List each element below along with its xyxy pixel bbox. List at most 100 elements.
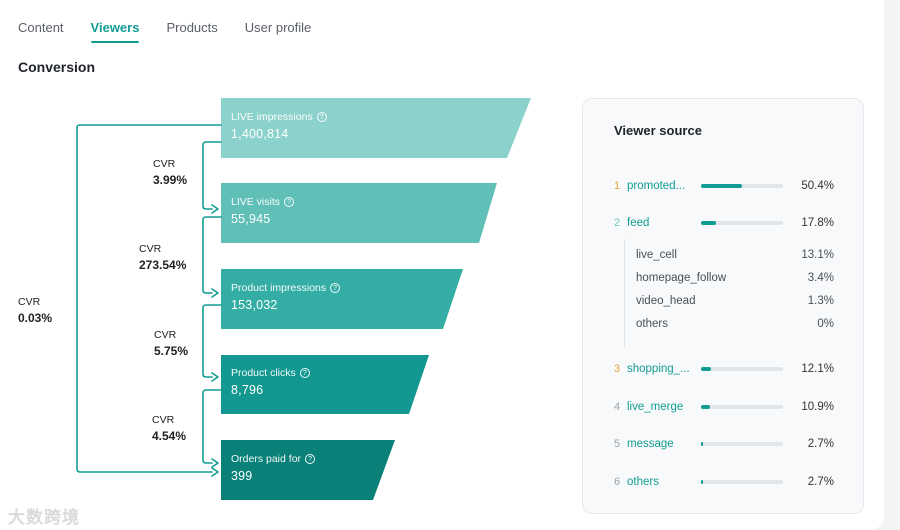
connector-4 — [202, 389, 222, 464]
source-bar — [701, 405, 783, 409]
cvr-label: CVR — [139, 243, 162, 255]
step-value: 55,945 — [231, 212, 271, 226]
source-rank: 4 — [614, 401, 621, 413]
question-circle-icon[interactable]: ? — [305, 454, 316, 464]
cvr-value: 5.75% — [154, 344, 189, 358]
connector-1 — [202, 141, 222, 210]
cvr-step-3: CVR 5.75% — [154, 329, 188, 358]
step-label: LIVE visits — [231, 196, 281, 208]
source-row[interactable]: 3 shopping_... 12.1% — [614, 361, 834, 377]
connector-2 — [202, 216, 222, 294]
sub-source-row: live_cell 13.1% — [636, 249, 834, 265]
source-pct: 12.1% — [801, 363, 834, 375]
sub-source-pct: 3.4% — [807, 272, 834, 284]
sub-source-name: live_cell — [636, 249, 677, 261]
step-value: 153,032 — [231, 298, 278, 312]
source-rank: 3 — [614, 363, 621, 375]
source-bar — [701, 480, 783, 484]
arrow-2 — [211, 288, 219, 298]
cvr-value: 273.54% — [139, 258, 187, 272]
source-name: live_merge — [627, 401, 684, 413]
funnel-step-live-impressions: LIVE impressions? 1,400,814 — [231, 111, 327, 141]
connector-3 — [202, 304, 222, 378]
feed-breakdown: live_cell 13.1% homepage_follow 3.4% vid… — [624, 239, 834, 347]
source-pct: 2.7% — [807, 476, 834, 488]
source-bar — [701, 184, 783, 188]
arrow-overall — [211, 467, 219, 477]
arrow-3 — [211, 372, 219, 382]
watermark-logo: 大数跨境 — [8, 503, 80, 528]
source-bar-fill — [701, 405, 710, 409]
source-bar — [701, 367, 783, 371]
source-pct: 50.4% — [801, 180, 834, 192]
step-label: Orders paid for — [231, 453, 302, 465]
source-bar-fill — [701, 442, 704, 446]
question-circle-icon[interactable]: ? — [330, 283, 341, 293]
sub-source-pct: 0% — [817, 318, 834, 330]
sub-source-row: others 0% — [636, 318, 834, 334]
source-row[interactable]: 1 promoted... 50.4% — [614, 178, 834, 194]
cvr-value: 3.99% — [153, 173, 188, 187]
source-pct: 17.8% — [801, 217, 834, 229]
step-label: Product clicks — [231, 367, 296, 379]
step-value: 8,796 — [231, 383, 264, 397]
source-name: feed — [627, 217, 650, 229]
step-label: LIVE impressions — [231, 111, 313, 123]
source-name: others — [627, 476, 659, 488]
funnel-step-product-impressions: Product impressions? 153,032 — [231, 282, 341, 312]
source-row[interactable]: 6 others 2.7% — [614, 474, 834, 490]
funnel-step-orders-paid: Orders paid for? 399 — [231, 453, 316, 483]
cvr-label: CVR — [152, 414, 175, 426]
sub-source-row: video_head 1.3% — [636, 295, 834, 311]
sub-source-pct: 1.3% — [807, 295, 834, 307]
funnel-step-live-visits: LIVE visits? 55,945 — [231, 196, 295, 226]
source-row[interactable]: 4 live_merge 10.9% — [614, 399, 834, 415]
sub-source-name: homepage_follow — [636, 272, 727, 284]
sub-source-row: homepage_follow 3.4% — [636, 272, 834, 288]
source-name: shopping_... — [627, 363, 690, 375]
source-bar-fill — [701, 367, 711, 371]
source-row[interactable]: 2 feed 17.8% — [614, 215, 834, 231]
cvr-label: CVR — [18, 296, 41, 308]
sub-source-pct: 13.1% — [801, 249, 834, 261]
cvr-label: CVR — [154, 329, 177, 341]
cvr-step-1: CVR 3.99% — [153, 158, 187, 187]
source-bar-fill — [701, 480, 704, 484]
sub-source-name: others — [636, 318, 668, 330]
cvr-value: 4.54% — [152, 429, 187, 443]
source-rank: 1 — [614, 180, 621, 192]
source-row[interactable]: 5 message 2.7% — [614, 436, 834, 452]
funnel-step-product-clicks: Product clicks? 8,796 — [231, 367, 310, 397]
step-label: Product impressions — [231, 282, 327, 294]
conversion-card: Content Viewers Products User profile Co… — [0, 0, 884, 530]
funnel-chart — [76, 98, 531, 500]
source-bar-fill — [701, 184, 743, 188]
cvr-step-2: CVR 273.54% — [139, 243, 186, 272]
cvr-step-4: CVR 4.54% — [152, 414, 186, 443]
source-bar — [701, 221, 783, 225]
watermark-text: 大数跨境 — [8, 508, 80, 527]
source-rank: 5 — [614, 438, 621, 450]
arrow-1 — [211, 204, 219, 214]
arrow-4 — [211, 458, 219, 468]
source-pct: 2.7% — [807, 438, 834, 450]
source-rank: 2 — [614, 217, 621, 229]
source-bar-fill — [701, 221, 716, 225]
source-bar — [701, 442, 783, 446]
connector-overall — [76, 124, 222, 473]
source-name: promoted... — [627, 180, 686, 192]
cvr-overall: CVR 0.03% — [18, 296, 52, 325]
viewer-source-title: Viewer source — [614, 123, 702, 138]
question-circle-icon[interactable]: ? — [316, 112, 327, 122]
question-circle-icon[interactable]: ? — [299, 368, 310, 378]
question-circle-icon[interactable]: ? — [284, 197, 295, 207]
viewer-source-panel: Viewer source 1 promoted... 50.4% 2 feed… — [582, 98, 864, 514]
step-value: 1,400,814 — [231, 127, 289, 141]
cvr-label: CVR — [153, 158, 176, 170]
cvr-value: 0.03% — [18, 311, 53, 325]
sub-source-name: video_head — [636, 295, 696, 307]
source-rank: 6 — [614, 476, 621, 488]
step-value: 399 — [231, 469, 253, 483]
source-name: message — [627, 438, 674, 450]
source-pct: 10.9% — [801, 401, 834, 413]
